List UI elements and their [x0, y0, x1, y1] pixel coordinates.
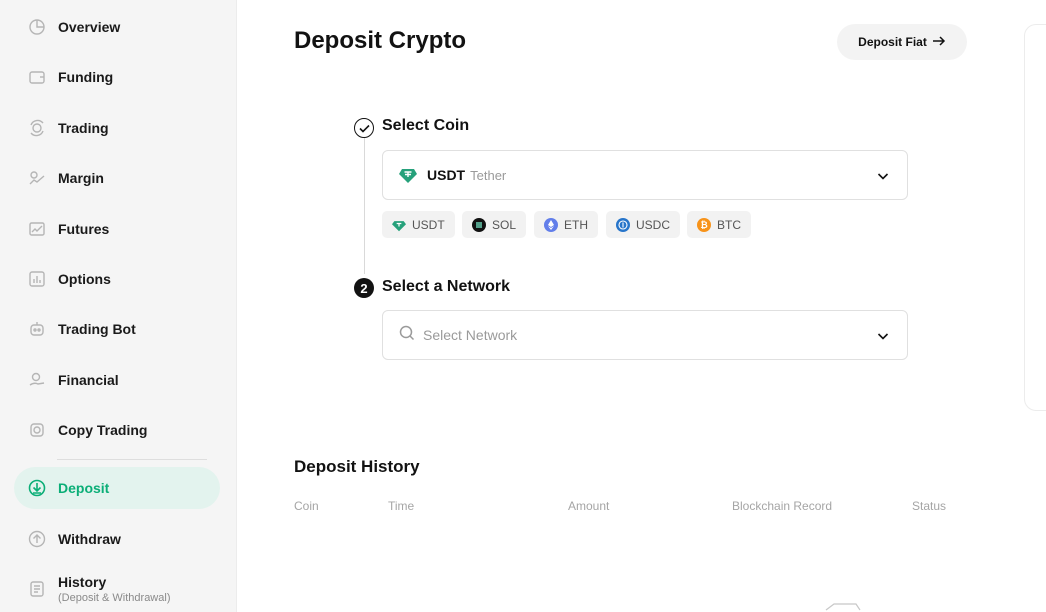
sidebar-item-label: Futures: [58, 221, 110, 237]
chevron-down-icon: [877, 173, 889, 180]
sidebar-item-label: Trading Bot: [58, 321, 136, 337]
quick-coin-eth[interactable]: ETH: [534, 211, 598, 238]
sidebar-item-margin[interactable]: Margin: [14, 157, 220, 199]
sidebar-item-label: Withdraw: [58, 531, 121, 547]
sidebar-item-futures[interactable]: Futures: [14, 208, 220, 250]
quick-coin-usdt[interactable]: USDT: [382, 211, 455, 238]
network-placeholder: Select Network: [423, 327, 518, 343]
step-connector-line: [364, 138, 365, 274]
sidebar-item-history[interactable]: History (Deposit & Withdrawal): [14, 567, 220, 611]
quick-coin-label: USDT: [412, 217, 445, 232]
sidebar-item-funding[interactable]: Funding: [14, 56, 220, 98]
selected-coin-name: Tether: [470, 167, 507, 183]
sidebar-item-label: Options: [58, 271, 111, 287]
margin-icon: [28, 169, 46, 187]
usdc-icon: [616, 217, 630, 232]
arrow-right-icon: [932, 35, 946, 49]
step-2-number: 2: [354, 278, 374, 298]
btc-icon: ₿: [697, 217, 711, 232]
sidebar-item-trading-bot[interactable]: Trading Bot: [14, 308, 220, 350]
sol-icon: [472, 217, 486, 232]
quick-coin-label: ETH: [564, 217, 588, 232]
sidebar-item-label: Overview: [58, 19, 121, 35]
sidebar-item-label: Copy Trading: [58, 422, 148, 438]
empty-state-icon: [825, 603, 861, 611]
quick-coin-usdc[interactable]: USDC: [606, 211, 681, 238]
sidebar: Overview Funding Trading Margin Futures …: [0, 0, 237, 612]
column-header-time: Time: [388, 499, 415, 513]
financial-icon: [28, 371, 46, 389]
withdraw-icon: [28, 530, 46, 548]
quick-coin-label: USDC: [636, 217, 671, 232]
column-header-blockchain-record: Blockchain Record: [732, 499, 833, 513]
sidebar-item-withdraw[interactable]: Withdraw: [14, 518, 220, 560]
chevron-down-icon: [877, 333, 889, 340]
search-icon: [399, 325, 415, 346]
column-header-status: Status: [912, 499, 947, 513]
futures-icon: [28, 220, 46, 238]
sidebar-divider: [57, 459, 207, 460]
options-icon: [28, 270, 46, 288]
side-panel-card: [1024, 24, 1046, 411]
deposit-history-title: Deposit History: [294, 457, 420, 476]
coin-select-dropdown[interactable]: USDT Tether: [382, 150, 908, 200]
deposit-fiat-label: Deposit Fiat: [858, 35, 927, 49]
history-label-group: History (Deposit & Withdrawal): [58, 574, 170, 604]
column-header-amount: Amount: [568, 499, 610, 513]
column-header-coin: Coin: [294, 499, 319, 513]
sidebar-item-financial[interactable]: Financial: [14, 359, 220, 401]
exchange-icon: [28, 119, 46, 137]
step-1-title: Select Coin: [382, 117, 470, 134]
wallet-icon: [28, 68, 46, 86]
sidebar-item-options[interactable]: Options: [14, 258, 220, 300]
quick-coin-btc[interactable]: ₿ BTC: [687, 211, 751, 238]
quick-coin-label: BTC: [717, 217, 741, 232]
sidebar-item-label: Funding: [58, 69, 114, 85]
sidebar-item-label: Margin: [58, 170, 104, 186]
sidebar-item-deposit[interactable]: Deposit: [14, 467, 220, 509]
bot-icon: [28, 320, 46, 338]
quick-coin-label: SOL: [492, 217, 517, 232]
sidebar-item-trading[interactable]: Trading: [14, 107, 220, 149]
network-select-dropdown[interactable]: Select Network: [382, 310, 908, 360]
eth-icon: [544, 217, 558, 232]
step-2-title: Select a Network: [382, 278, 511, 295]
usdt-icon: [399, 166, 417, 184]
sidebar-item-label: Deposit: [58, 480, 110, 496]
history-icon: [28, 580, 46, 598]
sidebar-item-overview[interactable]: Overview: [14, 6, 220, 48]
sidebar-item-sublabel: (Deposit & Withdrawal): [58, 592, 171, 604]
usdt-icon: [392, 218, 406, 232]
selected-coin-symbol: USDT: [427, 167, 466, 183]
pie-chart-icon: [28, 18, 46, 36]
sidebar-item-label: Trading: [58, 120, 109, 136]
quick-coin-sol[interactable]: SOL: [462, 211, 527, 238]
sidebar-item-copy-trading[interactable]: Copy Trading: [14, 409, 220, 451]
step-done-check-icon: [354, 118, 374, 138]
page-title: Deposit Crypto: [294, 27, 467, 54]
deposit-icon: [28, 479, 46, 497]
deposit-fiat-button[interactable]: Deposit Fiat: [837, 24, 967, 60]
sidebar-item-label: History: [58, 574, 107, 590]
sidebar-item-label: Financial: [58, 372, 119, 388]
copy-trading-icon: [28, 421, 46, 439]
